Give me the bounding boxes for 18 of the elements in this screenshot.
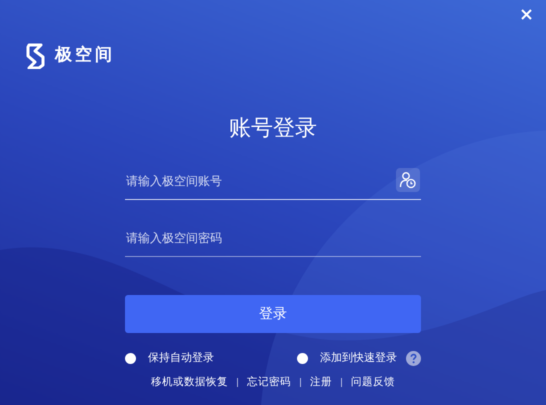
brand-name: 极空间	[55, 44, 115, 68]
logo-icon	[25, 43, 47, 69]
option-label[interactable]: 添加到快速登录	[320, 350, 397, 366]
help-icon[interactable]	[406, 350, 421, 366]
radio-button[interactable]	[125, 352, 136, 364]
users-clock-icon	[399, 171, 417, 189]
footer-link[interactable]: 注册	[310, 374, 332, 390]
close-icon	[521, 9, 532, 20]
login-button[interactable]: 登录	[125, 295, 421, 333]
password-field[interactable]: 请输入极空间密码	[125, 219, 421, 257]
radio-button[interactable]	[297, 352, 308, 364]
login-title: 账号登录	[228, 115, 318, 143]
footer-link[interactable]: 移机或数据恢复	[151, 374, 228, 390]
account-history-button[interactable]	[396, 168, 420, 192]
footer-link[interactable]: 忘记密码	[247, 374, 291, 390]
footer-link[interactable]: 问题反馈	[351, 374, 395, 390]
account-field[interactable]: 请输入极空间账号	[125, 162, 421, 200]
option-label[interactable]: 保持自动登录	[148, 350, 214, 366]
